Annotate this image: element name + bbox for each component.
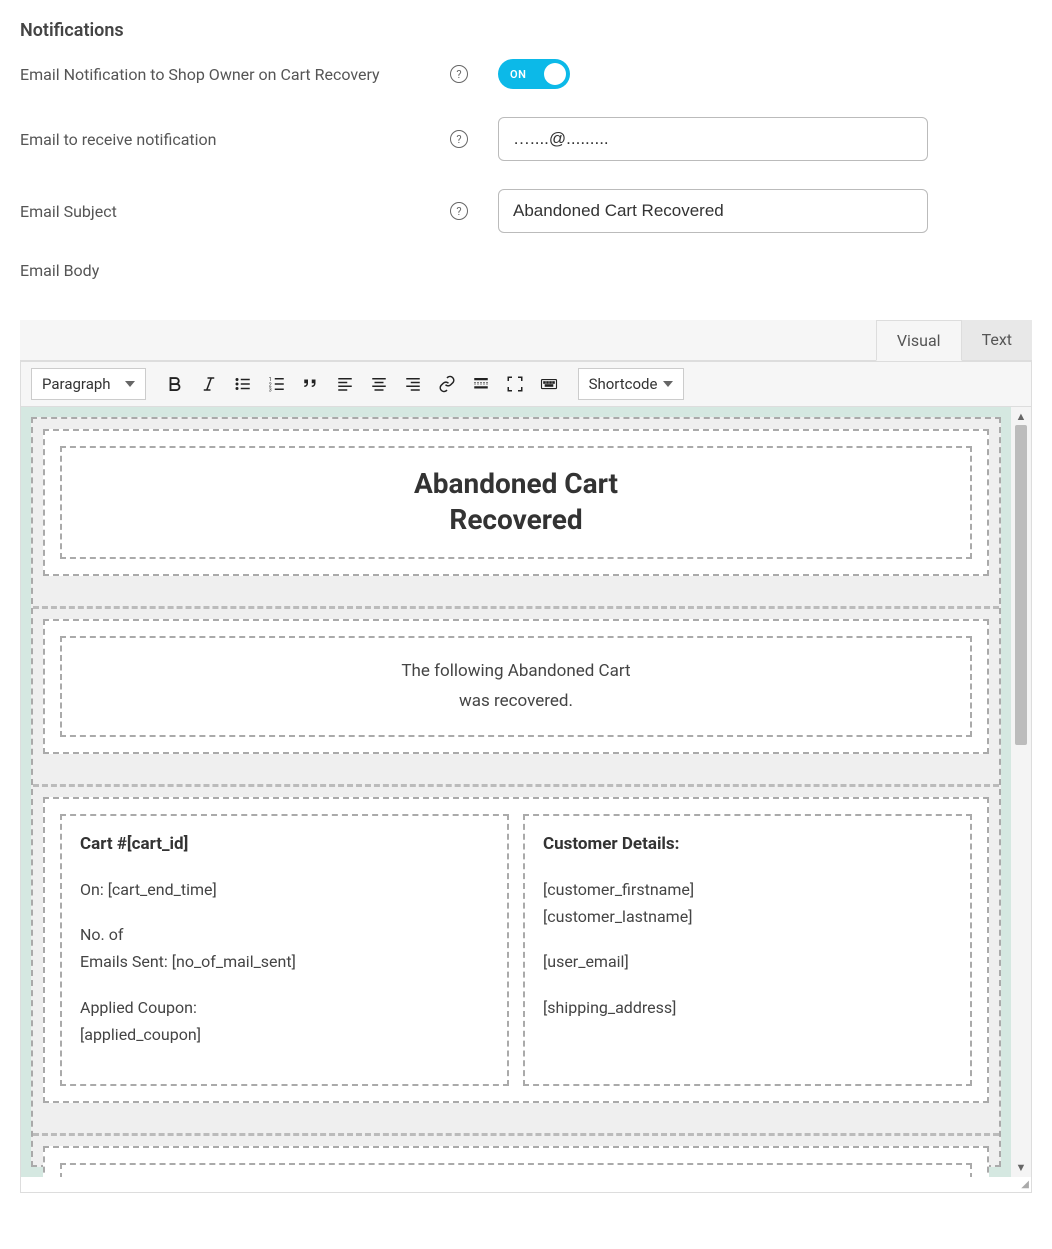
insert-more-icon[interactable] [466, 369, 496, 399]
align-center-icon[interactable] [364, 369, 394, 399]
toggle-field-label: Email Notification to Shop Owner on Cart… [20, 65, 450, 84]
chevron-down-icon [125, 381, 135, 387]
format-dropdown-label: Paragraph [42, 375, 111, 393]
help-icon[interactable]: ? [450, 130, 468, 148]
editor-toolbar: Paragraph 123 Shortcode [21, 361, 1031, 407]
chevron-down-icon [663, 381, 673, 387]
vertical-scrollbar[interactable]: ▲ ▼ [1011, 407, 1031, 1177]
scroll-down-icon[interactable]: ▼ [1016, 1158, 1027, 1177]
intro-line2: was recovered. [459, 691, 573, 711]
align-right-icon[interactable] [398, 369, 428, 399]
toggle-state-label: ON [498, 68, 526, 81]
format-dropdown[interactable]: Paragraph [31, 368, 146, 400]
email-body-label: Email Body [20, 261, 1032, 280]
tab-text[interactable]: Text [962, 320, 1032, 360]
unordered-list-icon[interactable] [228, 369, 258, 399]
email-to-label: Email to receive notification [20, 130, 450, 149]
email-subject-input[interactable] [498, 189, 928, 233]
shortcode-dropdown[interactable]: Shortcode [578, 368, 685, 400]
cart-emails-2: Emails Sent: [no_of_mail_sent] [80, 948, 489, 975]
intro-line1: The following Abandoned Cart [401, 661, 630, 681]
email-to-input[interactable] [498, 117, 928, 161]
customer-heading: Customer Details: [543, 834, 952, 854]
editor-canvas[interactable]: Abandoned Cart Recovered The following A… [21, 407, 1011, 1177]
email-subject-label: Email Subject [20, 202, 450, 221]
scroll-thumb[interactable] [1015, 425, 1027, 745]
customer-lastname: [customer_lastname] [543, 903, 952, 930]
align-left-icon[interactable] [330, 369, 360, 399]
blockquote-icon[interactable] [296, 369, 326, 399]
bold-icon[interactable] [160, 369, 190, 399]
cart-emails-1: No. of [80, 921, 489, 948]
link-icon[interactable] [432, 369, 462, 399]
help-icon[interactable]: ? [450, 202, 468, 220]
hero-title-line2: Recovered [449, 503, 582, 536]
scroll-up-icon[interactable]: ▲ [1016, 407, 1027, 426]
customer-email: [user_email] [543, 948, 952, 975]
section-title: Notifications [20, 20, 1032, 41]
fullscreen-icon[interactable] [500, 369, 530, 399]
cart-on: On: [cart_end_time] [80, 876, 489, 903]
svg-text:3: 3 [268, 388, 271, 394]
keyboard-icon[interactable] [534, 369, 564, 399]
hero-title-line1: Abandoned Cart [414, 467, 618, 500]
help-icon[interactable]: ? [450, 65, 468, 83]
tab-visual[interactable]: Visual [876, 320, 962, 361]
cart-heading: Cart #[cart_id] [80, 834, 489, 854]
cart-coupon-2: [applied_coupon] [80, 1021, 489, 1048]
ordered-list-icon[interactable]: 123 [262, 369, 292, 399]
cart-coupon-1: Applied Coupon: [80, 994, 489, 1021]
shortcode-dropdown-label: Shortcode [589, 375, 658, 393]
email-notification-toggle[interactable]: ON [498, 59, 570, 89]
customer-firstname: [customer_firstname] [543, 876, 952, 903]
italic-icon[interactable] [194, 369, 224, 399]
resize-handle-icon[interactable]: ◢ [21, 1177, 1031, 1192]
customer-shipping: [shipping_address] [543, 994, 952, 1021]
toggle-knob [544, 63, 566, 85]
